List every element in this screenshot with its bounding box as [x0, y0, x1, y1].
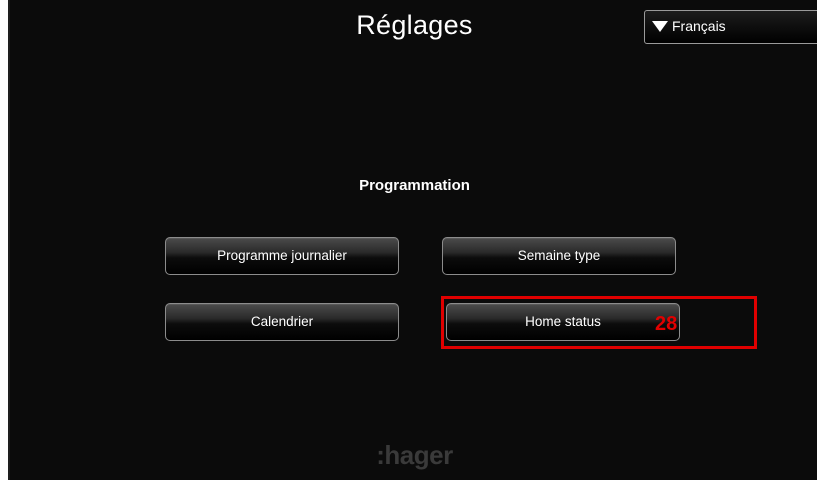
calendar-button[interactable]: Calendrier — [165, 303, 399, 341]
settings-panel: Réglages Français Programmation Programm… — [8, 0, 817, 480]
typical-week-button[interactable]: Semaine type — [442, 237, 676, 275]
triangle-down-icon — [652, 21, 668, 32]
daily-program-button[interactable]: Programme journalier — [165, 237, 399, 275]
language-dropdown-value: Français — [672, 18, 726, 34]
screen: Réglages Français Programmation Programm… — [0, 0, 817, 480]
language-dropdown[interactable]: Français — [644, 10, 817, 44]
section-title: Programmation — [359, 177, 470, 194]
hager-logo: :hager — [376, 440, 453, 470]
home-status-button[interactable]: Home status — [446, 303, 680, 341]
